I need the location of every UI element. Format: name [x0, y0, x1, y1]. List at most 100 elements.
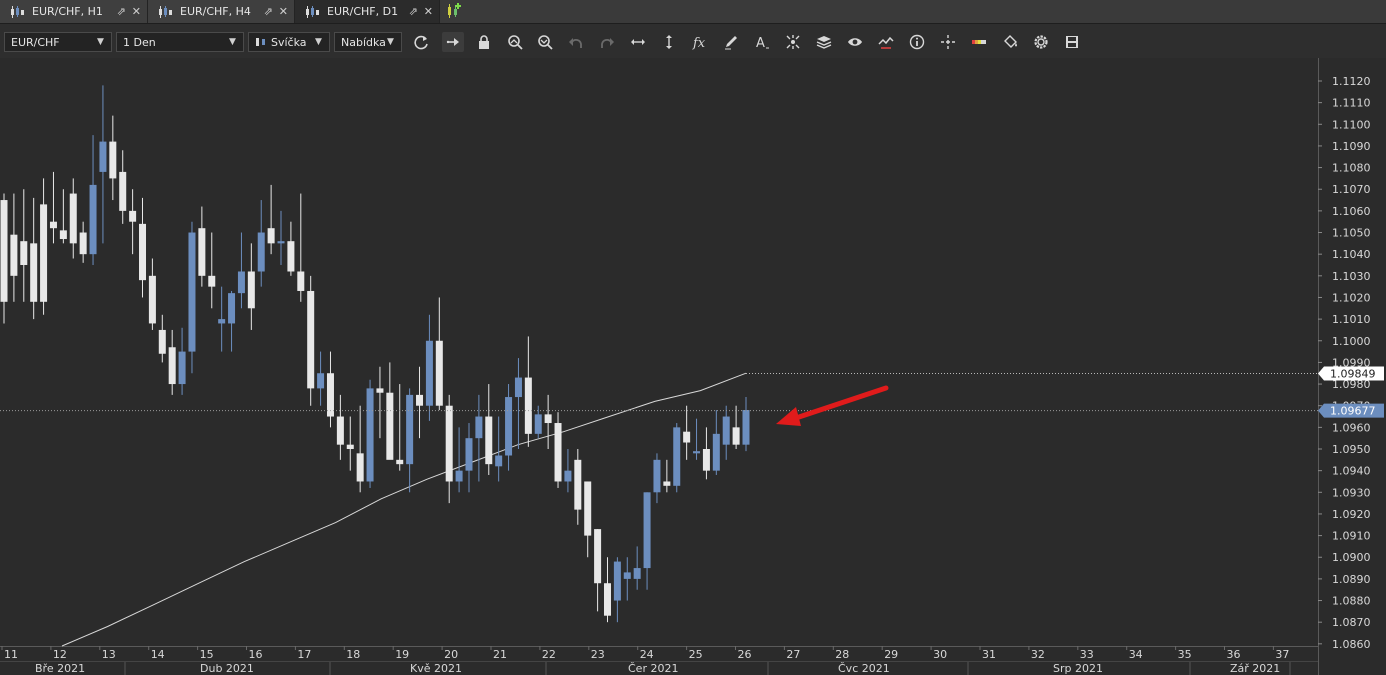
settings-icon[interactable]: [1030, 32, 1052, 52]
candle-body[interactable]: [168, 347, 176, 385]
candle-body[interactable]: [267, 228, 275, 244]
candle-body[interactable]: [79, 232, 87, 255]
candle-body[interactable]: [0, 200, 8, 302]
candle-body[interactable]: [475, 416, 483, 439]
candle-body[interactable]: [623, 572, 631, 579]
candle-body[interactable]: [188, 232, 196, 352]
candle-body[interactable]: [683, 431, 691, 443]
chart-type-select[interactable]: Svíčka ▼: [248, 32, 330, 52]
candle-body[interactable]: [178, 351, 186, 385]
candle-body[interactable]: [356, 453, 364, 482]
fill-icon[interactable]: [999, 32, 1021, 52]
candle-body[interactable]: [663, 481, 671, 486]
period-select[interactable]: 1 Den ▼: [116, 32, 244, 52]
candle-body[interactable]: [326, 373, 334, 417]
save-icon[interactable]: [1061, 32, 1083, 52]
candle-body[interactable]: [59, 230, 67, 240]
candle-body[interactable]: [89, 184, 97, 255]
horizontal-scale-icon[interactable]: [627, 32, 649, 52]
symbol-select[interactable]: EUR/CHF ▼: [4, 32, 112, 52]
candle-body[interactable]: [158, 329, 166, 354]
eye-icon[interactable]: [844, 32, 866, 52]
candle-body[interactable]: [129, 210, 137, 222]
candle-body[interactable]: [514, 377, 522, 398]
candle-body[interactable]: [49, 221, 57, 229]
candle-body[interactable]: [594, 529, 602, 584]
layers-icon[interactable]: [813, 32, 835, 52]
candle-body[interactable]: [445, 405, 453, 482]
candle-body[interactable]: [376, 388, 384, 393]
candle-body[interactable]: [603, 583, 611, 616]
popout-icon[interactable]: ⇗: [117, 5, 126, 18]
candle-body[interactable]: [416, 394, 424, 406]
candle-body[interactable]: [40, 204, 48, 302]
tab-eurchf-h1[interactable]: EUR/CHF, H1 ⇗ ✕: [0, 0, 148, 23]
candle-body[interactable]: [247, 271, 255, 309]
candle-body[interactable]: [425, 340, 433, 406]
candle-body[interactable]: [702, 449, 710, 471]
candle-body[interactable]: [455, 470, 463, 482]
zoom-in-icon[interactable]: [504, 32, 526, 52]
candle-body[interactable]: [307, 290, 315, 389]
candle-body[interactable]: [317, 373, 325, 389]
candle-body[interactable]: [732, 427, 740, 445]
candle-body[interactable]: [544, 414, 552, 424]
candle-body[interactable]: [69, 193, 77, 244]
candle-body[interactable]: [742, 410, 750, 445]
color-palette-icon[interactable]: [968, 32, 990, 52]
candle-body[interactable]: [237, 271, 245, 294]
price-chart[interactable]: 1.0860 1.0870 1.0880 1.0890 1.0900 1.0910 1.09…: [0, 58, 1386, 675]
candle-body[interactable]: [524, 377, 532, 434]
candle-body[interactable]: [613, 561, 621, 601]
candle-body[interactable]: [396, 459, 404, 465]
candle-body[interactable]: [148, 275, 156, 324]
candle-body[interactable]: [534, 414, 542, 434]
candle-body[interactable]: [287, 241, 295, 272]
refresh-icon[interactable]: [411, 32, 433, 52]
candle-body[interactable]: [465, 438, 473, 471]
new-chart-icon[interactable]: [446, 2, 462, 20]
candle-body[interactable]: [277, 241, 285, 244]
vertical-scale-icon[interactable]: [658, 32, 680, 52]
candle-body[interactable]: [208, 275, 216, 287]
popout-icon[interactable]: ⇗: [409, 5, 418, 18]
candle-body[interactable]: [643, 492, 651, 569]
candle-body[interactable]: [406, 394, 414, 465]
candle-body[interactable]: [297, 271, 305, 291]
tab-eurchf-h4[interactable]: EUR/CHF, H4 ⇗ ✕: [148, 0, 295, 23]
text-icon[interactable]: A: [751, 32, 773, 52]
candle-body[interactable]: [564, 470, 572, 482]
lock-icon[interactable]: [473, 32, 495, 52]
candle-body[interactable]: [346, 444, 354, 450]
trade-icon[interactable]: [875, 32, 897, 52]
candle-body[interactable]: [386, 392, 394, 460]
candle-body[interactable]: [99, 141, 107, 172]
popout-icon[interactable]: ⇗: [264, 5, 273, 18]
candle-body[interactable]: [554, 423, 562, 482]
cursor-icon[interactable]: [937, 32, 959, 52]
candle-body[interactable]: [30, 243, 38, 302]
candle-body[interactable]: [712, 433, 720, 471]
candle-body[interactable]: [495, 455, 503, 467]
candle-body[interactable]: [584, 481, 592, 536]
pencil-icon[interactable]: [720, 32, 742, 52]
undo-icon[interactable]: [565, 32, 587, 52]
candle-body[interactable]: [10, 234, 18, 276]
candle-body[interactable]: [139, 223, 147, 281]
candle-body[interactable]: [20, 241, 28, 265]
close-icon[interactable]: ✕: [279, 5, 288, 18]
candle-body[interactable]: [435, 340, 443, 406]
crosshair-icon[interactable]: [782, 32, 804, 52]
info-icon[interactable]: [906, 32, 928, 52]
auto-scroll-icon[interactable]: [442, 32, 464, 52]
close-icon[interactable]: ✕: [424, 5, 433, 18]
candle-body[interactable]: [485, 416, 493, 465]
candle-body[interactable]: [653, 459, 661, 493]
candle-body[interactable]: [722, 416, 730, 445]
candle-body[interactable]: [366, 388, 374, 482]
candle-body[interactable]: [633, 568, 641, 579]
candle-body[interactable]: [119, 171, 127, 211]
close-icon[interactable]: ✕: [132, 5, 141, 18]
candle-body[interactable]: [198, 228, 206, 276]
candle-body[interactable]: [257, 232, 265, 272]
